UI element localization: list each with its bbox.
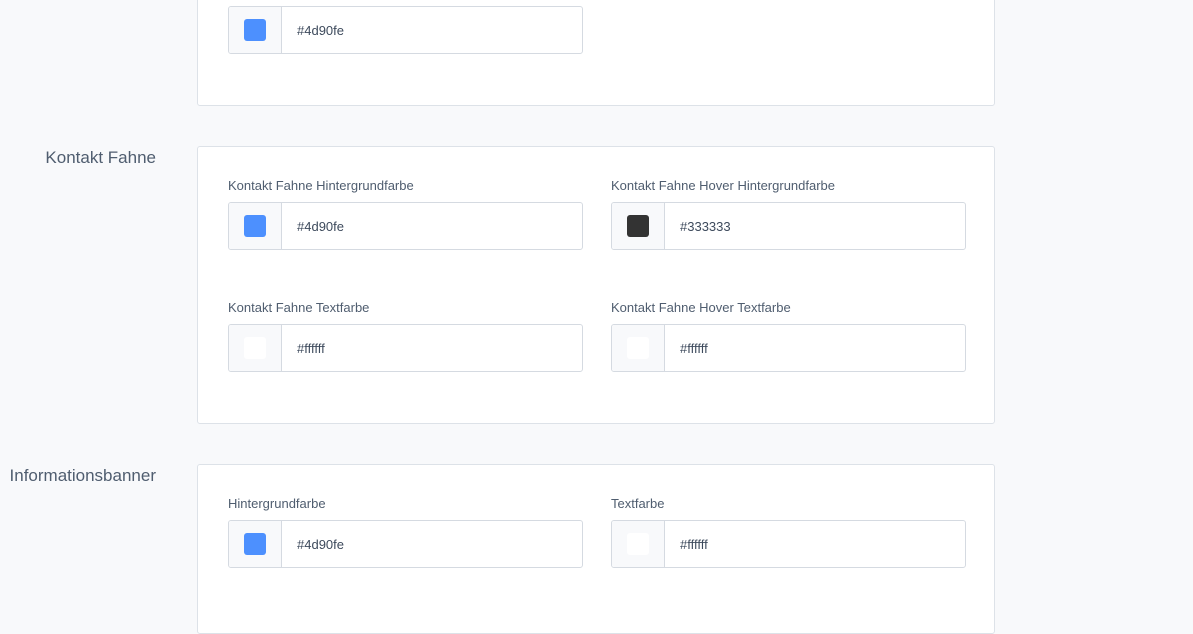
color-swatch (627, 533, 649, 555)
kontakt-fahne-bg-color-field: Kontakt Fahne Hintergrundfarbe (228, 176, 583, 250)
color-input-group (228, 202, 583, 250)
color-picker-button[interactable] (612, 203, 665, 249)
color-picker-button[interactable] (229, 521, 282, 567)
color-picker-button[interactable] (229, 325, 282, 371)
kontakt-fahne-hover-bg-color-field: Kontakt Fahne Hover Hintergrundfarbe (611, 176, 966, 250)
color-picker-button[interactable] (229, 7, 282, 53)
field-label: Kontakt Fahne Hintergrundfarbe (228, 178, 414, 193)
field-label: Textfarbe (611, 496, 665, 511)
color-swatch (244, 19, 266, 41)
color-input-group (228, 6, 583, 54)
color-input-group (611, 324, 966, 372)
color-picker-button[interactable] (612, 521, 665, 567)
field-label: Kontakt Fahne Hover Textfarbe (611, 300, 791, 315)
kontakt-fahne-hover-text-color-field: Kontakt Fahne Hover Textfarbe (611, 298, 966, 372)
hex-color-input[interactable] (282, 325, 582, 371)
hex-color-input[interactable] (282, 7, 582, 53)
hex-color-input[interactable] (665, 325, 965, 371)
field-label: Kontakt Fahne Hover Hintergrundfarbe (611, 178, 836, 193)
kontakt-fahne-text-color-field: Kontakt Fahne Textfarbe (228, 298, 583, 372)
color-swatch (244, 215, 266, 237)
field-label: Hintergrundfarbe (228, 496, 326, 511)
section-title-informationsbanner: Informationsbanner (9, 466, 156, 485)
informationsbanner-text-color-field: Textfarbe (611, 494, 966, 568)
color-swatch (244, 533, 266, 555)
color-swatch (244, 337, 266, 359)
informationsbanner-bg-color-field: Hintergrundfarbe (228, 494, 583, 568)
color-swatch (627, 215, 649, 237)
field-label: Kontakt Fahne Textfarbe (228, 300, 370, 315)
hex-color-input[interactable] (665, 521, 965, 567)
hex-color-input[interactable] (282, 203, 582, 249)
section-title-kontakt-fahne: Kontakt Fahne (45, 148, 156, 167)
color-input-group (611, 520, 966, 568)
color-picker-button[interactable] (612, 325, 665, 371)
color-picker-button[interactable] (229, 203, 282, 249)
color-swatch (627, 337, 649, 359)
top-color-field (228, 6, 583, 54)
hex-color-input[interactable] (282, 521, 582, 567)
informationsbanner-card: Hintergrundfarbe Textfarbe (197, 464, 995, 634)
color-input-group (228, 324, 583, 372)
color-input-group (611, 202, 966, 250)
top-color-card (197, 0, 995, 106)
kontakt-fahne-card: Kontakt Fahne Hintergrundfarbe Kontakt F… (197, 146, 995, 424)
color-input-group (228, 520, 583, 568)
hex-color-input[interactable] (665, 203, 965, 249)
